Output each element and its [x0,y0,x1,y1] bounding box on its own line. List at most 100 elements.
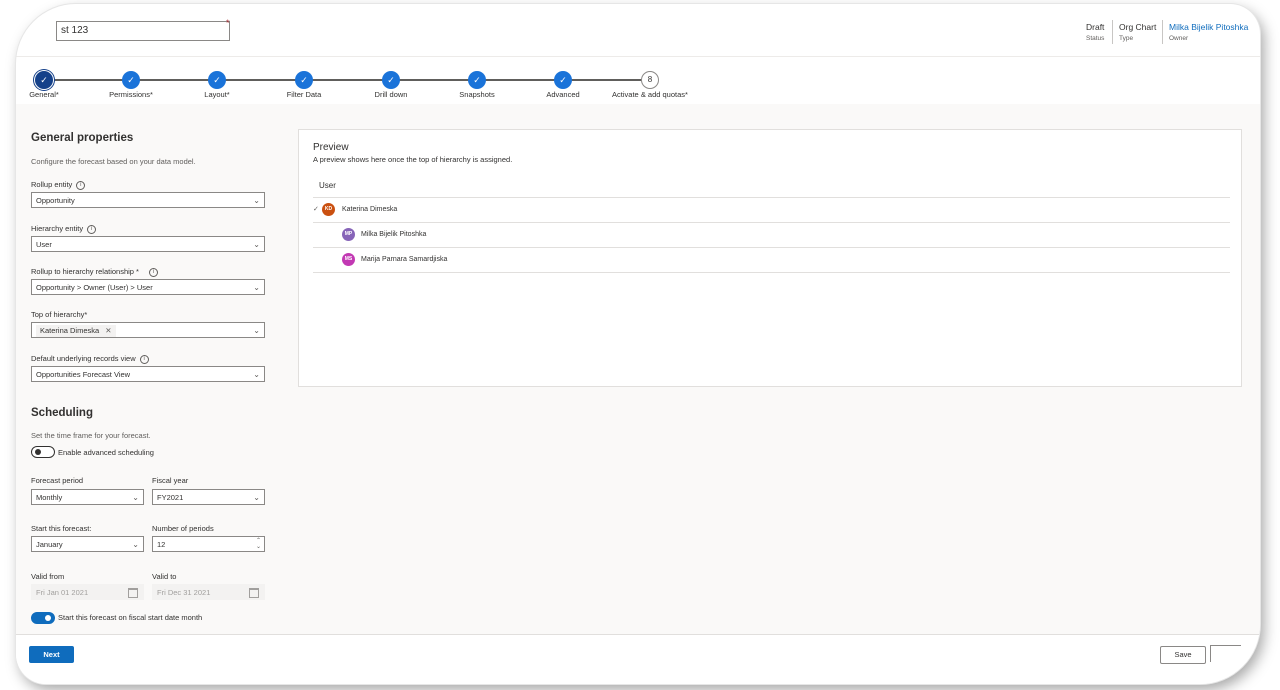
owner-link[interactable]: Milka Bijelik Pitoshka [1169,22,1248,32]
preview-subtitle: A preview shows here once the top of hie… [313,155,513,164]
advanced-scheduling-label: Enable advanced scheduling [58,448,154,457]
remove-icon[interactable]: ✕ [105,326,111,335]
valid-from-label: Valid from [31,572,65,581]
chevron-down-icon: ⌄ [253,493,260,502]
wizard-stepper: ✓ General* ✓ Permissions* ✓ Layout* ✓ Fi… [16,60,1260,106]
footer-bar: Next Save [16,634,1260,684]
forecast-period-select[interactable]: Monthly ⌄ [31,489,144,505]
chevron-down-icon: ⌄ [253,370,260,379]
advanced-scheduling-toggle[interactable] [31,446,55,458]
user-name: Katerina Dimeska [342,206,398,213]
relationship-label: Rollup to hierarchy relationship * i [31,267,158,277]
valid-to-label: Valid to [152,572,177,581]
properties-panel: General properties Configure the forecas… [16,104,276,634]
user-name: Milka Bijelik Pitoshka [361,231,427,238]
fiscal-year-label: Fiscal year [152,476,189,485]
valid-from-field: Fri Jan 01 2021 [31,584,144,600]
divider [1112,20,1113,44]
start-forecast-label: Start this forecast: [31,524,92,533]
info-icon[interactable]: i [139,354,149,364]
collapse-chevron-icon[interactable]: ✓ [313,205,319,213]
overflow-button[interactable] [1210,645,1241,662]
preview-title: Preview [313,142,349,153]
preview-panel: Preview A preview shows here once the to… [298,129,1242,387]
valid-to-field: Fri Dec 31 2021 [152,584,265,600]
user-name: Marija Parnara Samardjiska [361,256,448,263]
chevron-down-icon: ⌄ [253,283,260,292]
forecast-name-input[interactable]: st 123 [56,21,230,41]
save-button[interactable]: Save [1160,646,1206,664]
step-label-activate[interactable]: Activate & add quotas* [612,90,688,99]
owner-meta: Milka Bijelik Pitoshka Owner [1169,22,1248,42]
step-permissions[interactable]: ✓ [122,71,140,89]
spin-button-icon[interactable]: ⌃ ⌄ [256,538,261,550]
header: st 123 * Draft Status Org Chart Type Mil… [16,4,1260,57]
calendar-icon [249,588,259,598]
chevron-down-icon: ⌄ [132,493,139,502]
step-advanced[interactable]: ✓ [554,71,572,89]
step-drill-down[interactable]: ✓ [382,71,400,89]
divider [1162,20,1163,44]
info-icon[interactable]: i [87,224,97,234]
app-frame: st 123 * Draft Status Org Chart Type Mil… [16,4,1260,684]
hierarchy-row[interactable]: ✓ KD Katerina Dimeska [313,198,1230,223]
status-value: Draft [1086,22,1105,32]
step-filter-data[interactable]: ✓ [295,71,313,89]
fiscal-start-toggle[interactable] [31,612,55,624]
type-meta: Org Chart Type [1119,22,1156,42]
records-view-select[interactable]: Opportunities Forecast View ⌄ [31,366,265,382]
chevron-down-icon: ⌄ [132,540,139,549]
avatar: MS [342,253,355,266]
step-label-general[interactable]: General* [29,90,59,99]
general-description: Configure the forecast based on your dat… [31,157,196,166]
info-icon[interactable]: i [76,180,86,190]
hierarchy-row[interactable]: MP Milka Bijelik Pitoshka [313,223,1230,248]
avatar: MP [342,228,355,241]
step-label-layout[interactable]: Layout* [204,90,229,99]
user-column-label: User [319,181,336,190]
top-of-hierarchy-select[interactable]: Katerina Dimeska ✕ ⌄ [31,322,265,338]
step-label-filter-data[interactable]: Filter Data [287,90,322,99]
step-label-advanced[interactable]: Advanced [546,90,579,99]
scheduling-description: Set the time frame for your forecast. [31,431,151,440]
scheduling-title: Scheduling [31,407,93,419]
toggle-knob [35,449,41,455]
info-icon[interactable]: i [148,267,158,277]
chevron-down-icon: ⌄ [253,196,260,205]
step-snapshots[interactable]: ✓ [468,71,486,89]
step-label-snapshots[interactable]: Snapshots [459,90,494,99]
chevron-down-icon: ⌄ [253,240,260,249]
top-of-hierarchy-label: Top of hierarchy* [31,310,88,319]
hierarchy-row[interactable]: MS Marija Parnara Samardjiska [313,248,1230,273]
step-label-drill-down[interactable]: Drill down [375,90,408,99]
hierarchy-entity-select[interactable]: User ⌄ [31,236,265,252]
number-of-periods-label: Number of periods [152,524,214,533]
rollup-entity-label: Rollup entity i [31,180,86,190]
status-meta: Draft Status [1086,22,1104,42]
preview-column-header: User [313,174,1230,198]
required-marker: * [226,18,230,28]
type-label: Type [1119,35,1134,42]
chevron-down-icon: ⌄ [253,326,260,335]
fiscal-year-select[interactable]: FY2021 ⌄ [152,489,265,505]
selected-user-tag: Katerina Dimeska ✕ [36,325,116,337]
rollup-entity-select[interactable]: Opportunity ⌄ [31,192,265,208]
records-view-label: Default underlying records view i [31,354,149,364]
calendar-icon [128,588,138,598]
hierarchy-entity-label: Hierarchy entity i [31,224,97,234]
step-layout[interactable]: ✓ [208,71,226,89]
next-button[interactable]: Next [29,646,74,663]
type-value: Org Chart [1119,22,1157,32]
relationship-select[interactable]: Opportunity > Owner (User) > User ⌄ [31,279,265,295]
forecast-period-label: Forecast period [31,476,84,485]
owner-label: Owner [1169,35,1189,42]
number-of-periods-input[interactable]: 12 ⌃ ⌄ [152,536,265,552]
step-activate[interactable]: 8 [641,71,659,89]
step-label-permissions[interactable]: Permissions* [109,90,153,99]
status-label: Status [1086,35,1105,42]
general-properties-title: General properties [31,132,134,144]
step-general[interactable]: ✓ [35,71,53,89]
avatar: KD [322,203,335,216]
toggle-knob [45,615,51,621]
start-forecast-select[interactable]: January ⌄ [31,536,144,552]
